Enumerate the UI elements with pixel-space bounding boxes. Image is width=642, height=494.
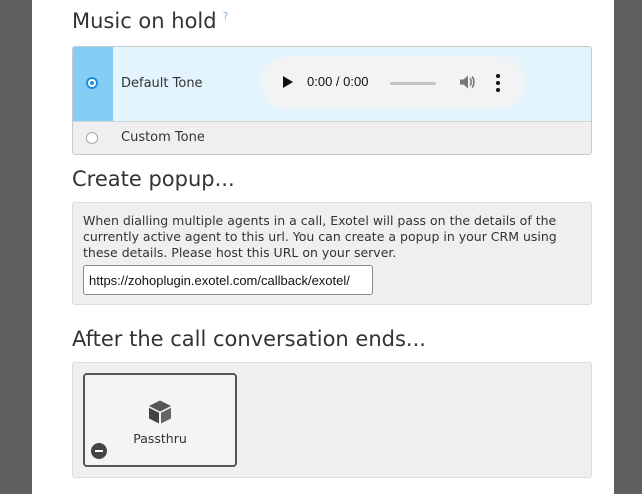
more-options-icon[interactable] bbox=[494, 73, 502, 93]
audio-time: 0:00 / 0:00 bbox=[307, 74, 369, 89]
music-on-hold-options: Default Tone 0:00 / 0:00 Custom Tone bbox=[72, 46, 592, 155]
passthru-applet[interactable]: Passthru bbox=[83, 373, 237, 467]
radio-cell bbox=[73, 47, 113, 121]
popup-url-input[interactable] bbox=[83, 265, 373, 295]
flow-settings-panel: Music on hold? Default Tone 0:00 / 0:00 bbox=[32, 0, 614, 494]
help-icon[interactable]: ? bbox=[223, 10, 229, 23]
create-popup-box: When dialling multiple agents in a call,… bbox=[72, 202, 592, 305]
custom-tone-option[interactable]: Custom Tone bbox=[73, 121, 591, 154]
radio-cell bbox=[73, 122, 113, 154]
create-popup-title: Create popup... bbox=[72, 167, 235, 191]
after-call-box: Passthru bbox=[72, 362, 592, 478]
music-on-hold-title-text: Music on hold bbox=[72, 9, 217, 33]
custom-tone-label: Custom Tone bbox=[121, 130, 205, 145]
audio-progress-bar[interactable] bbox=[390, 82, 436, 85]
volume-icon[interactable] bbox=[458, 73, 476, 91]
default-tone-label: Default Tone bbox=[121, 76, 203, 91]
default-tone-radio[interactable] bbox=[86, 77, 98, 89]
passthru-label: Passthru bbox=[133, 431, 187, 446]
default-tone-option[interactable]: Default Tone 0:00 / 0:00 bbox=[73, 47, 591, 121]
audio-player[interactable]: 0:00 / 0:00 bbox=[261, 56, 526, 109]
cube-icon bbox=[149, 400, 171, 424]
after-call-title: After the call conversation ends... bbox=[72, 327, 426, 351]
popup-description: When dialling multiple agents in a call,… bbox=[83, 213, 557, 260]
custom-tone-radio[interactable] bbox=[86, 132, 98, 144]
music-on-hold-title: Music on hold? bbox=[72, 9, 228, 33]
remove-icon[interactable] bbox=[91, 443, 107, 459]
play-icon[interactable] bbox=[283, 76, 293, 88]
